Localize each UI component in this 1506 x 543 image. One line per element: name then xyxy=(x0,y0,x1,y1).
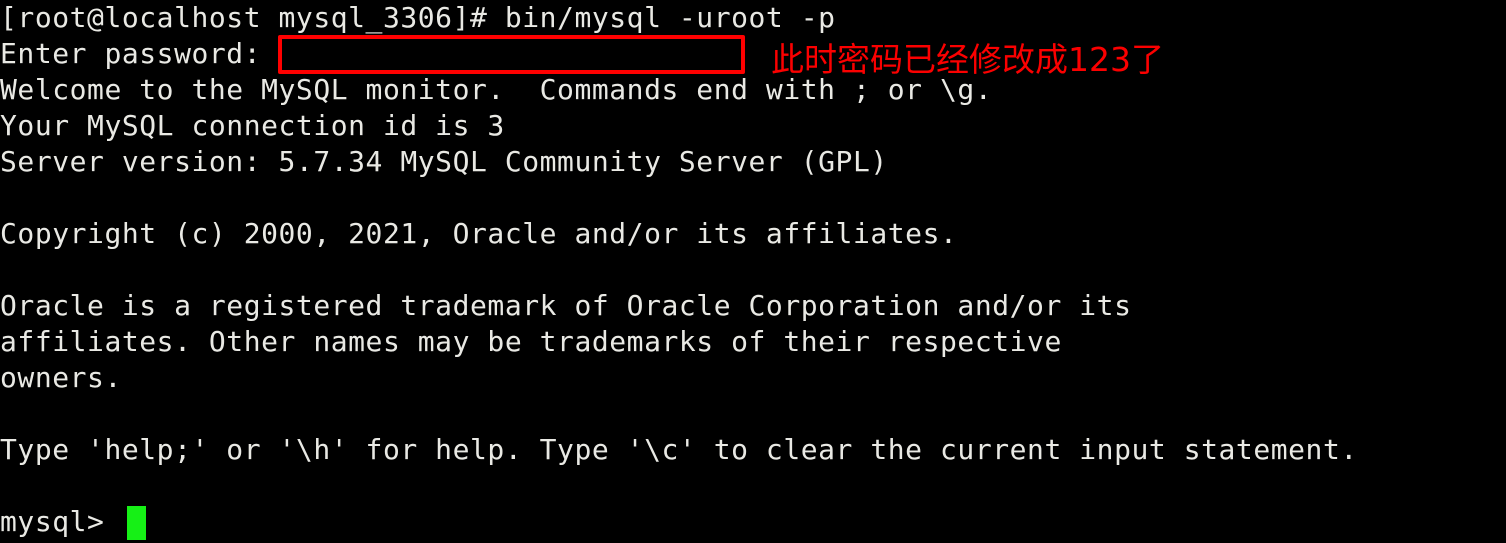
terminal-line-mysql-prompt: mysql> xyxy=(0,505,122,538)
terminal-line-copyright: Copyright (c) 2000, 2021, Oracle and/or … xyxy=(0,217,958,250)
annotation-text: 此时密码已经修改成123了 xyxy=(771,40,1164,79)
terminal-window[interactable]: [root@localhost mysql_3306]# bin/mysql -… xyxy=(0,0,1506,543)
terminal-line-server-version: Server version: 5.7.34 MySQL Community S… xyxy=(0,145,888,178)
password-input-highlight-box xyxy=(278,35,745,74)
terminal-line-trademark-2: affiliates. Other names may be trademark… xyxy=(0,325,1062,358)
terminal-line-trademark-3: owners. xyxy=(0,361,122,394)
terminal-line-password-prompt: Enter password: xyxy=(0,37,262,70)
terminal-cursor xyxy=(127,506,146,540)
terminal-line-trademark-1: Oracle is a registered trademark of Orac… xyxy=(0,289,1132,322)
terminal-line-help-hint: Type 'help;' or '\h' for help. Type '\c'… xyxy=(0,433,1358,466)
terminal-line-shell-prompt-command: [root@localhost mysql_3306]# bin/mysql -… xyxy=(0,1,836,34)
terminal-line-connection-id: Your MySQL connection id is 3 xyxy=(0,109,505,142)
